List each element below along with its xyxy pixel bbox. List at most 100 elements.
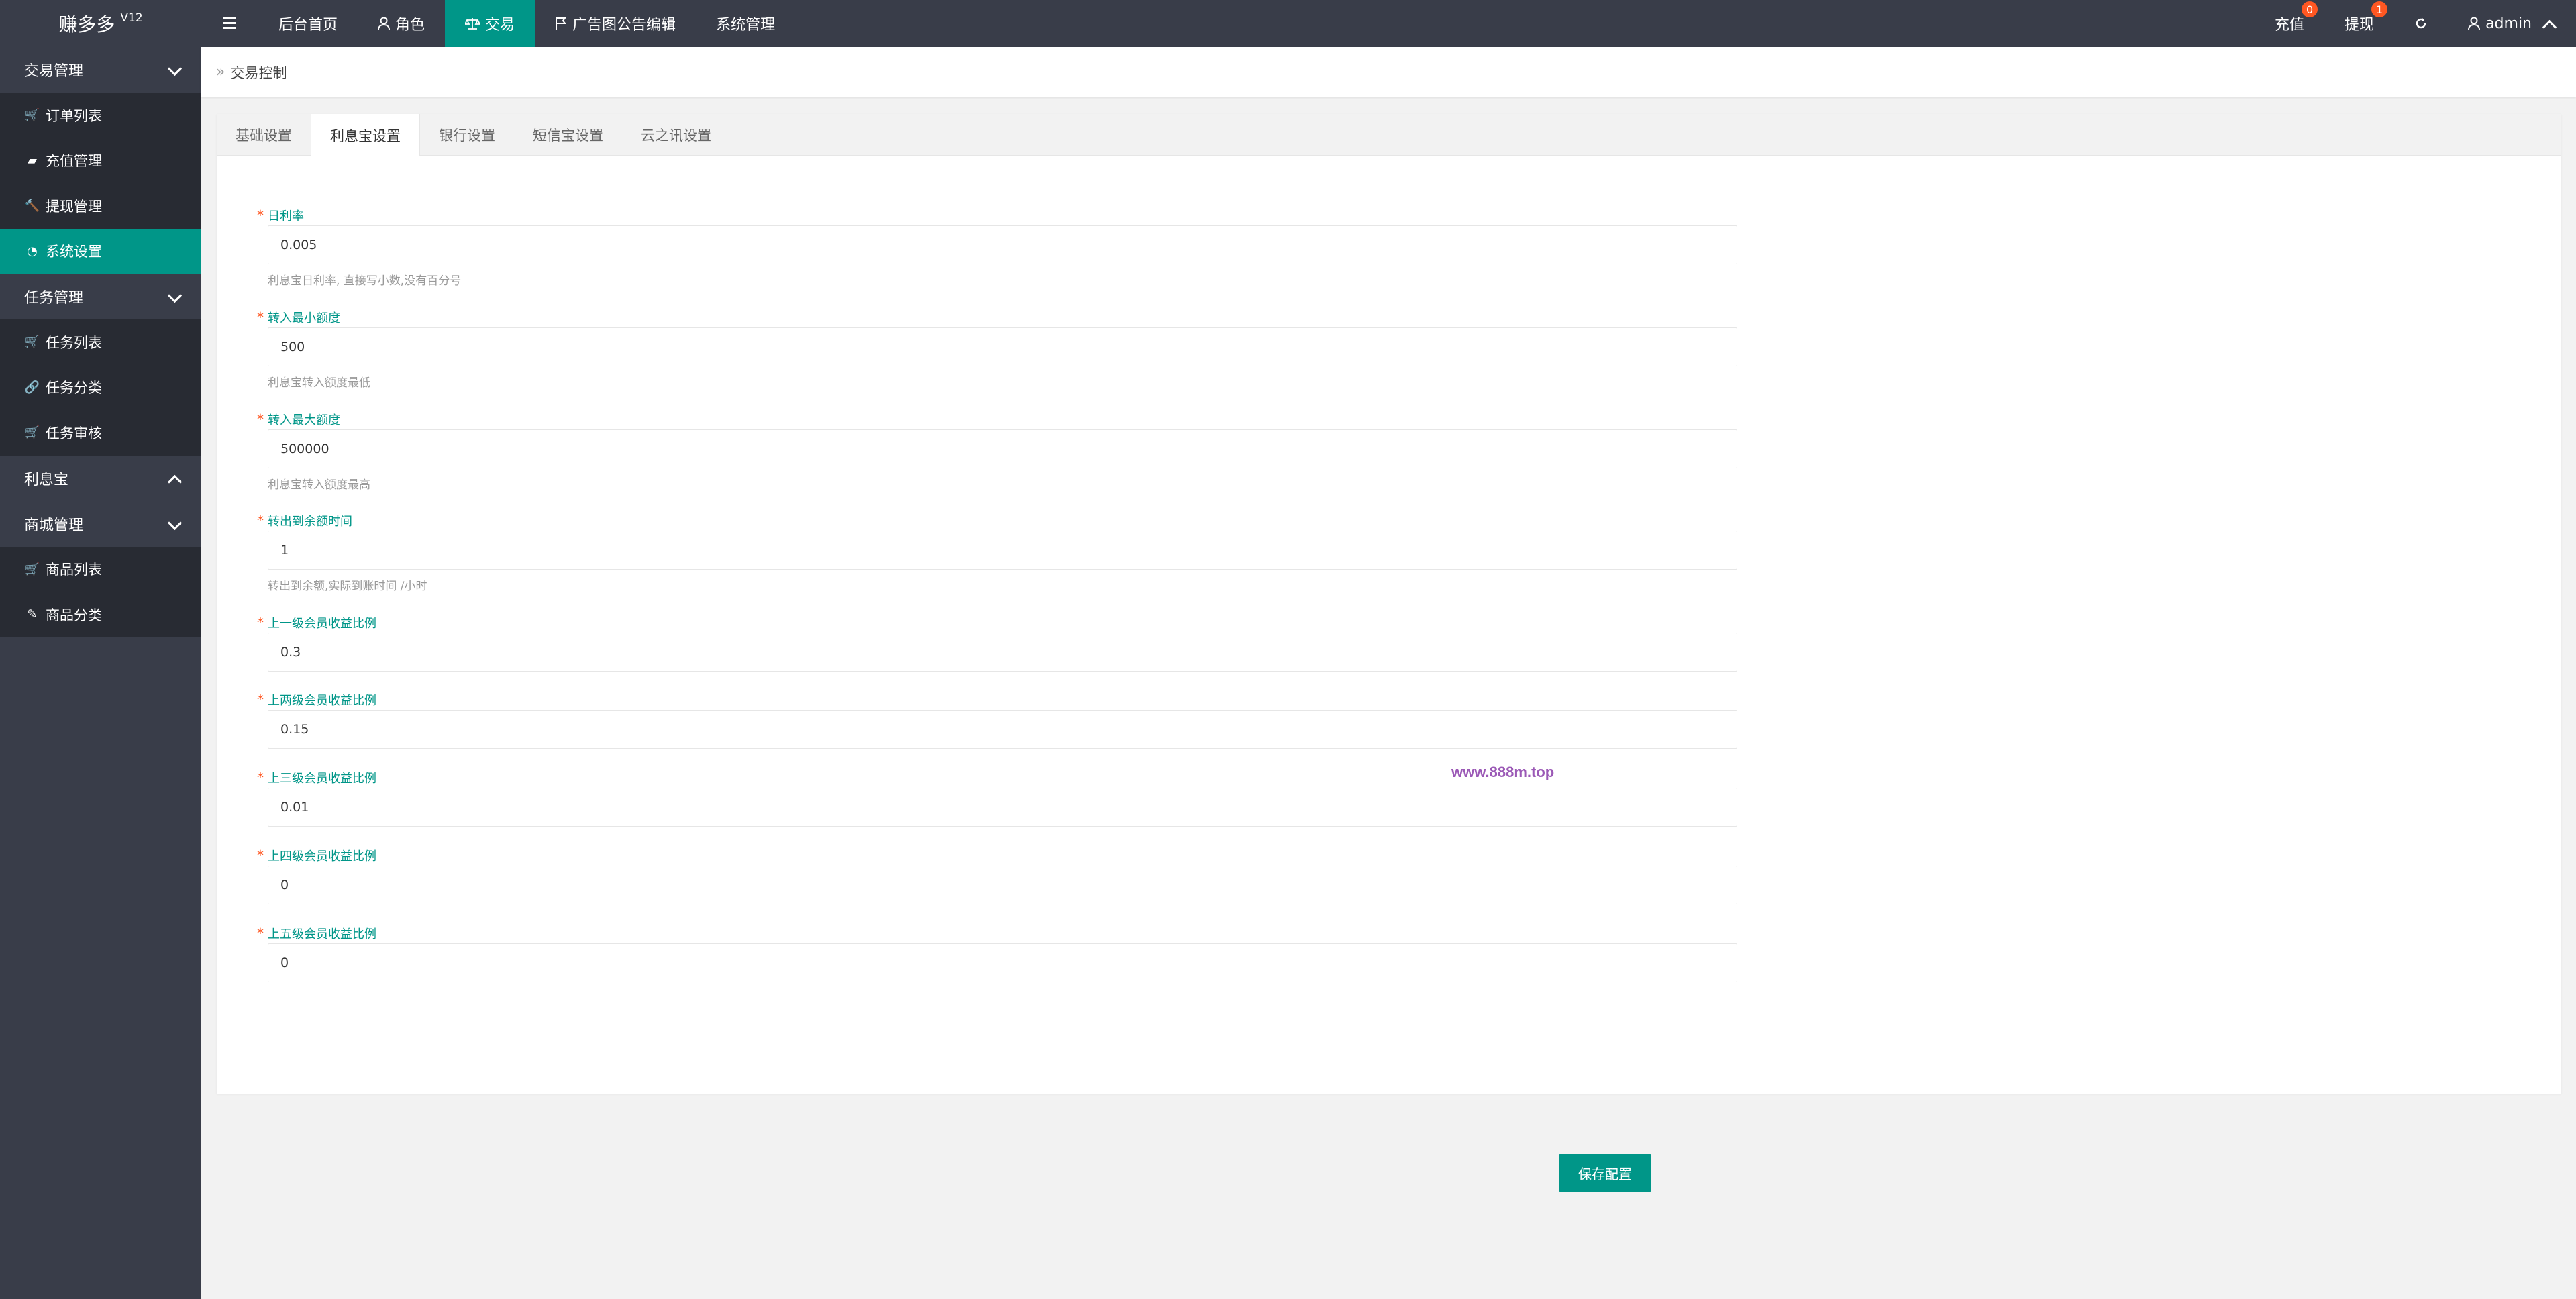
field-help: 利息宝转入额度最高 xyxy=(268,478,370,492)
sidebar-item-withdraw[interactable]: 🔨 提现管理 xyxy=(0,183,201,229)
tab-basic[interactable]: 基础设置 xyxy=(217,114,311,156)
topnav-ad-editor[interactable]: 广告图公告编辑 xyxy=(535,0,696,47)
field-label: 上五级会员收益比例 xyxy=(257,925,1800,943)
topnav-trade[interactable]: 交易 xyxy=(445,0,535,47)
chevron-up-icon xyxy=(2541,16,2556,31)
breadcrumb: » 交易控制 xyxy=(201,47,2576,97)
sidebar-item-label: 任务分类 xyxy=(46,380,102,397)
field-label: 上三级会员收益比例 xyxy=(257,769,1800,788)
sidebar-item-product-list[interactable]: 🛒 商品列表 xyxy=(0,546,201,592)
watermark: www.888m.top xyxy=(1451,764,1555,780)
chevron-up-icon xyxy=(166,471,181,486)
topnav-system[interactable]: 系统管理 xyxy=(696,0,795,47)
sidebar-item-label: 任务审核 xyxy=(46,425,102,441)
flag-icon xyxy=(556,17,567,30)
field-label: 转出到余额时间 xyxy=(257,512,1800,531)
field-label: 日利率 xyxy=(257,207,1800,225)
field-level2-ratio: 上两级会员收益比例 0.15 xyxy=(257,691,1800,749)
topnav-home[interactable]: 后台首页 xyxy=(258,0,358,47)
sidebar-item-product-category[interactable]: ✎ 商品分类 xyxy=(0,592,201,637)
level5-ratio-input[interactable]: 0 xyxy=(268,943,1737,982)
sidebar-item-label: 提现管理 xyxy=(46,198,102,215)
sidebar-group-mall-label: 商城管理 xyxy=(24,517,84,534)
sidebar-group-mall[interactable]: 商城管理 xyxy=(0,501,201,547)
level3-ratio-input[interactable]: 0.01 xyxy=(268,788,1737,827)
withdraw-label: 提现 xyxy=(2345,17,2375,34)
sidebar-item-label: 充值管理 xyxy=(46,153,102,170)
withdraw-link[interactable]: 提现 1 xyxy=(2324,0,2394,47)
field-label: 上两级会员收益比例 xyxy=(257,691,1800,710)
topnav-role-label: 角色 xyxy=(395,17,425,34)
breadcrumb-label[interactable]: 交易控制 xyxy=(230,62,287,83)
sidebar-item-task-review[interactable]: 🛒 任务审核 xyxy=(0,410,201,456)
sidebar-item-label: 系统设置 xyxy=(46,244,102,260)
cart-icon: 🛒 xyxy=(24,335,40,350)
sidebar-group-interest[interactable]: 利息宝 xyxy=(0,455,201,501)
field-transfer-time: 转出到余额时间 1 转出到余额,实际到账时间 /小时 xyxy=(257,512,1800,593)
transfer-time-input[interactable]: 1 xyxy=(268,531,1737,570)
sidebar-item-label: 任务列表 xyxy=(46,334,102,351)
withdraw-badge: 1 xyxy=(2371,1,2388,17)
level2-ratio-input[interactable]: 0.15 xyxy=(268,710,1737,749)
link-icon: 🔗 xyxy=(24,380,40,395)
user-icon xyxy=(2468,17,2481,30)
topnav-system-label: 系统管理 xyxy=(716,17,776,34)
min-deposit-input[interactable]: 500 xyxy=(268,327,1737,366)
username: admin xyxy=(2485,15,2532,32)
topnav-ad-editor-label: 广告图公告编辑 xyxy=(572,17,676,34)
field-help: 转出到余额,实际到账时间 /小时 xyxy=(268,580,427,593)
sidebar-item-label: 商品分类 xyxy=(46,607,102,623)
recharge-label: 充值 xyxy=(2275,17,2305,34)
topnav-role[interactable]: 角色 xyxy=(358,0,445,47)
level4-ratio-input[interactable]: 0 xyxy=(268,866,1737,904)
topnav-trade-label: 交易 xyxy=(485,17,515,34)
tab-interest[interactable]: 利息宝设置 xyxy=(311,114,420,156)
recharge-badge: 0 xyxy=(2302,1,2318,17)
field-daily-rate: 日利率 0.005 利息宝日利率, 直接写小数,没有百分号 xyxy=(257,207,1800,288)
daily-rate-input[interactable]: 0.005 xyxy=(268,225,1737,264)
sidebar-group-trade[interactable]: 交易管理 xyxy=(0,47,201,93)
field-max-deposit: 转入最大额度 500000 利息宝转入额度最高 xyxy=(257,411,1800,492)
field-label: 上四级会员收益比例 xyxy=(257,847,1800,866)
double-chevron-right-icon: » xyxy=(216,64,225,81)
sidebar-item-task-list[interactable]: 🛒 任务列表 xyxy=(0,319,201,365)
max-deposit-input[interactable]: 500000 xyxy=(268,429,1737,468)
recharge-link[interactable]: 充值 0 xyxy=(2255,0,2324,47)
tab-sms[interactable]: 短信宝设置 xyxy=(514,114,622,156)
top-header: 赚多多 V12 后台首页 角色 交易 广告图公告编辑 系统管理 充值 0 提现 1 xyxy=(0,0,2576,47)
top-navigation: 后台首页 角色 交易 广告图公告编辑 系统管理 xyxy=(258,0,795,47)
sidebar-item-task-category[interactable]: 🔗 任务分类 xyxy=(0,364,201,410)
refresh-button[interactable] xyxy=(2394,0,2448,47)
level1-ratio-input[interactable]: 0.3 xyxy=(268,633,1737,672)
sidebar-item-orders[interactable]: 🛒 订单列表 xyxy=(0,93,201,138)
cart-icon: 🛒 xyxy=(24,108,40,123)
field-level3-ratio: 上三级会员收益比例 0.01 xyxy=(257,769,1800,827)
sidebar-item-label: 商品列表 xyxy=(46,562,102,578)
menu-toggle-icon[interactable] xyxy=(219,12,240,34)
user-menu[interactable]: admin xyxy=(2448,0,2576,47)
sidebar-group-task[interactable]: 任务管理 xyxy=(0,274,201,319)
tab-yunzhixun[interactable]: 云之讯设置 xyxy=(622,114,730,156)
edit-icon: ✎ xyxy=(27,607,38,622)
field-level1-ratio: 上一级会员收益比例 0.3 xyxy=(257,614,1800,672)
app-logo[interactable]: 赚多多 V12 xyxy=(0,0,201,47)
dashboard-icon: ◔ xyxy=(27,244,38,258)
app-name: 赚多多 xyxy=(58,13,115,36)
sidebar-group-trade-label: 交易管理 xyxy=(24,63,84,80)
sidebar-item-recharge[interactable]: ▰ 充值管理 xyxy=(0,138,201,183)
tab-bank[interactable]: 银行设置 xyxy=(420,114,514,156)
field-help: 利息宝转入额度最低 xyxy=(268,376,370,390)
field-level4-ratio: 上四级会员收益比例 0 xyxy=(257,847,1800,904)
field-help: 利息宝日利率, 直接写小数,没有百分号 xyxy=(268,274,462,288)
comment-icon: ▰ xyxy=(28,153,37,168)
field-label: 上一级会员收益比例 xyxy=(257,614,1800,633)
field-min-deposit: 转入最小额度 500 利息宝转入额度最低 xyxy=(257,309,1800,390)
cart-icon: 🛒 xyxy=(24,425,40,440)
topnav-home-label: 后台首页 xyxy=(278,17,338,34)
cart-icon: 🛒 xyxy=(24,562,40,576)
save-config-button[interactable]: 保存配置 xyxy=(1559,1154,1651,1192)
sidebar-group-task-label: 任务管理 xyxy=(24,290,84,307)
refresh-icon xyxy=(2416,18,2426,29)
sidebar-item-system-settings[interactable]: ◔ 系统设置 xyxy=(0,228,201,274)
field-level5-ratio: 上五级会员收益比例 0 xyxy=(257,925,1800,982)
